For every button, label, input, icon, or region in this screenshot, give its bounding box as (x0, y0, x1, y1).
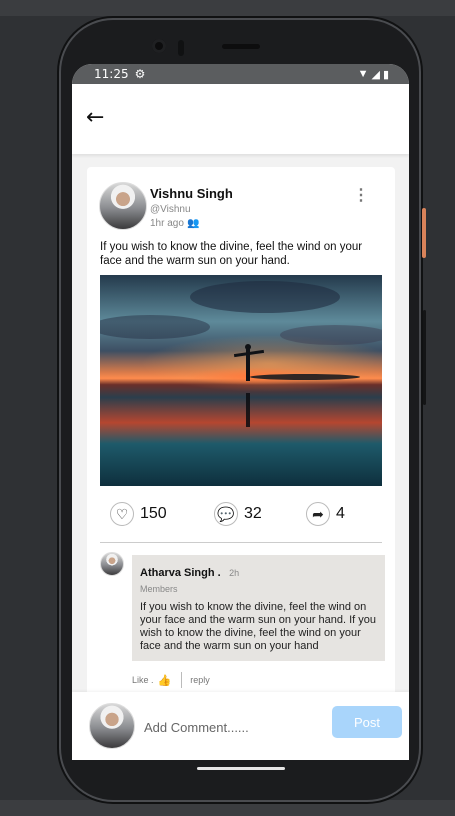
volume-button (423, 310, 426, 405)
comment-reply-link[interactable]: reply (190, 675, 210, 685)
arrow-left-icon[interactable]: ← (86, 106, 110, 130)
status-time: 11:25 (94, 67, 129, 81)
sensor-icon (178, 40, 184, 56)
person-reflection (246, 393, 250, 427)
commenter-name[interactable]: Atharva Singh . (140, 567, 221, 579)
post-button[interactable]: Post (332, 706, 402, 738)
comment-input[interactable] (144, 716, 314, 738)
thumbs-up-icon[interactable]: 👍 (158, 674, 172, 687)
person-body (246, 349, 250, 381)
post-text: If you wish to know the divine, feel the… (100, 241, 363, 267)
comment-count: 32 (244, 505, 262, 522)
comment-action[interactable]: 💬 32 (214, 502, 262, 526)
group-icon: 👥 (187, 218, 200, 229)
cloud-shape (280, 325, 382, 345)
current-user-avatar (89, 703, 135, 749)
author-avatar[interactable] (99, 182, 147, 230)
camera-icon (152, 39, 166, 53)
comment-time: 2h (229, 568, 240, 578)
bottom-window-strip (0, 800, 455, 816)
status-bar: 11:25 ⚙ ▼ ◢ ▮ (72, 64, 409, 84)
cloud-shape (190, 281, 340, 313)
post-image[interactable] (100, 275, 382, 486)
status-icons: ▼ ◢ ▮ (358, 68, 389, 81)
share-action[interactable]: ➦ 4 (306, 502, 345, 526)
phone-screen: 11:25 ⚙ ▼ ◢ ▮ ← Vishnu Singh @Vishnu 1hr… (72, 64, 409, 760)
rock-shape (250, 374, 360, 380)
author-handle: @Vishnu (150, 204, 191, 215)
signal-icon: ◢ (371, 68, 380, 81)
power-button (422, 208, 426, 258)
more-vertical-icon[interactable]: ⋮ (353, 185, 369, 207)
earpiece-speaker (222, 44, 260, 49)
divider (100, 542, 382, 543)
share-arrow-icon[interactable]: ➦ (306, 502, 330, 526)
comment-like-link[interactable]: Like . (132, 675, 154, 685)
commenter-avatar[interactable] (100, 552, 124, 576)
home-indicator[interactable] (197, 767, 285, 770)
like-action[interactable]: ♡ 150 (110, 502, 167, 526)
comment-composer: Post (72, 692, 409, 760)
comment-bubble: Atharva Singh . 2h Members If you wish t… (132, 555, 385, 661)
separator (181, 672, 183, 688)
battery-icon: ▮ (382, 68, 389, 81)
post-actions: ♡ 150 💬 32 ➦ 4 (100, 502, 382, 532)
post-time: 1hr ago (150, 218, 184, 229)
wifi-icon: ▼ (357, 68, 369, 80)
chat-bubble-icon[interactable]: 💬 (214, 502, 238, 526)
share-count: 4 (336, 505, 345, 522)
commenter-role: Members (140, 584, 178, 594)
heart-icon[interactable]: ♡ (110, 502, 134, 526)
author-name[interactable]: Vishnu Singh (150, 186, 233, 201)
like-count: 150 (140, 505, 167, 522)
comment-text: If you wish to know the divine, feel the… (140, 601, 377, 652)
gear-icon: ⚙ (134, 67, 146, 81)
post-card: Vishnu Singh @Vishnu 1hr ago 👥 ⋮ If you … (87, 167, 395, 707)
top-window-strip (0, 0, 455, 16)
comment-actions: Like . 👍 reply (132, 672, 210, 688)
app-bar: ← (72, 84, 409, 154)
cloud-shape (100, 315, 210, 339)
